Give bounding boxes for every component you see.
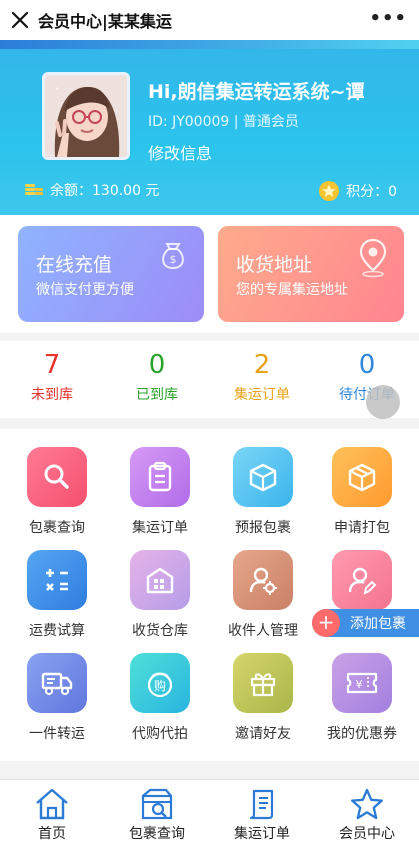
nav-label: 集运订单 (234, 826, 290, 842)
grid-item-package-query[interactable]: 包裹查询 (5, 447, 109, 537)
add-package-label: 添加包裹 (350, 616, 406, 632)
stat-label: 已到库 (136, 387, 178, 403)
nav-item-consolidation-orders[interactable]: 集运订单 (210, 786, 314, 843)
stat-value: 2 (253, 350, 271, 380)
balance-text: 余额：130.00 元 (50, 183, 160, 199)
stat-value: 0 (148, 350, 166, 380)
coins-icon (24, 182, 44, 198)
stat-not-arrived[interactable]: 7 未到库 (0, 349, 104, 404)
order-stats-section: 7 未到库 0 已到库 2 集运订单 0 待付订单 (0, 341, 419, 418)
grid-label: 包裹查询 (29, 520, 85, 536)
star-icon (315, 786, 419, 822)
shopping-bag-icon: 购 (130, 653, 190, 713)
nav-item-member-center[interactable]: 会员中心 (315, 786, 419, 843)
header-accent-strip (0, 40, 419, 49)
stat-arrived[interactable]: 0 已到库 (105, 349, 209, 404)
home-icon (0, 786, 104, 822)
points-star-icon (318, 180, 340, 202)
card-title: 收货地址 (236, 254, 313, 276)
grid-label: 收件人管理 (228, 623, 298, 639)
money-bag-icon: $ (156, 238, 190, 276)
grid-item-one-click-forward[interactable]: 一件转运 (5, 653, 109, 743)
grid-label: 集运订单 (132, 520, 188, 536)
grid-item-freight-calculator[interactable]: 运费试算 (5, 550, 109, 640)
function-grid: 包裹查询 集运订单 预报包裹 申请打包 运费试算 收货仓库 收件人管理 一件转运… (0, 429, 419, 761)
card-subtitle: 您的专属集运地址 (236, 282, 348, 298)
coupon-icon: ¥ (332, 653, 392, 713)
grid-label: 一件转运 (29, 726, 85, 742)
grid-label: 代购代拍 (132, 726, 188, 742)
nav-label: 包裹查询 (129, 826, 185, 842)
page-title: 会员中心|某某集运 (38, 12, 172, 31)
svg-text:¥: ¥ (356, 678, 363, 691)
package-search-icon (105, 786, 209, 822)
stat-label: 集运订单 (234, 387, 290, 403)
add-package-button[interactable]: + 添加包裹 (312, 609, 419, 637)
grid-label: 收货仓库 (132, 623, 188, 639)
nav-label: 会员中心 (339, 826, 395, 842)
nav-label: 首页 (38, 826, 66, 842)
grid-label: 邀请好友 (235, 726, 291, 742)
top-bar: 会员中心|某某集运 ••• (0, 0, 419, 40)
box-icon (233, 447, 293, 507)
package-icon (332, 447, 392, 507)
member-id: ID: JY00009 | 普通会员 (148, 114, 299, 130)
grid-item-consolidation-orders[interactable]: 集运订单 (108, 447, 212, 537)
location-pin-icon (358, 238, 388, 282)
grid-item-recipient-management[interactable]: 收件人管理 (211, 550, 315, 640)
floating-scroll-handle[interactable] (366, 385, 400, 419)
member-center-page: 会员中心|某某集运 ••• Hi,朗信集运转运系统~谭 ID: JY00009 … (0, 0, 419, 855)
stat-label: 未到库 (31, 387, 73, 403)
grid-item-purchase-agent[interactable]: 购 代购代拍 (108, 653, 212, 743)
points-info: 积分：0 (318, 180, 397, 202)
nav-item-home[interactable]: 首页 (0, 786, 104, 843)
grid-item-receiving-warehouse[interactable]: 收货仓库 (108, 550, 212, 640)
edit-profile-link[interactable]: 修改信息 (148, 140, 212, 164)
avatar[interactable] (42, 72, 130, 160)
grid-label: 申请打包 (334, 520, 390, 536)
stat-consolidation-orders[interactable]: 2 集运订单 (210, 349, 314, 404)
online-recharge-card[interactable]: 在线充值 微信支付更方便 $ (18, 226, 204, 322)
stat-value: 7 (43, 350, 61, 380)
bottom-nav: 首页 包裹查询 集运订单 会员中心 (0, 779, 419, 855)
user-gear-icon (233, 550, 293, 610)
plus-icon: + (312, 609, 340, 637)
grid-label: 我的优惠券 (327, 726, 397, 742)
warehouse-icon (130, 550, 190, 610)
search-icon (27, 447, 87, 507)
gift-icon (233, 653, 293, 713)
grid-label: 运费试算 (29, 623, 85, 639)
grid-item-forecast-package[interactable]: 预报包裹 (211, 447, 315, 537)
card-subtitle: 微信支付更方便 (36, 282, 134, 298)
truck-icon (27, 653, 87, 713)
more-menu-icon[interactable]: ••• (369, 8, 407, 29)
greeting-text: Hi,朗信集运转运系统~谭 (148, 81, 365, 103)
grid-label: 预报包裹 (235, 520, 291, 536)
points-text: 积分：0 (346, 184, 397, 200)
card-title: 在线充值 (36, 254, 113, 276)
svg-text:购: 购 (154, 678, 166, 693)
close-icon[interactable] (0, 0, 40, 40)
user-edit-icon (332, 550, 392, 610)
shipping-address-card[interactable]: 收货地址 您的专属集运地址 (218, 226, 404, 322)
receipt-icon (210, 786, 314, 822)
svg-text:$: $ (170, 253, 177, 266)
stat-value: 0 (358, 350, 376, 380)
grid-item-apply-packing[interactable]: 申请打包 (310, 447, 414, 537)
calculator-icon (27, 550, 87, 610)
balance-info: 余额：130.00 元 (24, 180, 159, 200)
nav-item-package-query[interactable]: 包裹查询 (105, 786, 209, 843)
clipboard-icon (130, 447, 190, 507)
grid-item-my-coupons[interactable]: ¥ 我的优惠券 (310, 653, 414, 743)
grid-item-invite-friends[interactable]: 邀请好友 (211, 653, 315, 743)
